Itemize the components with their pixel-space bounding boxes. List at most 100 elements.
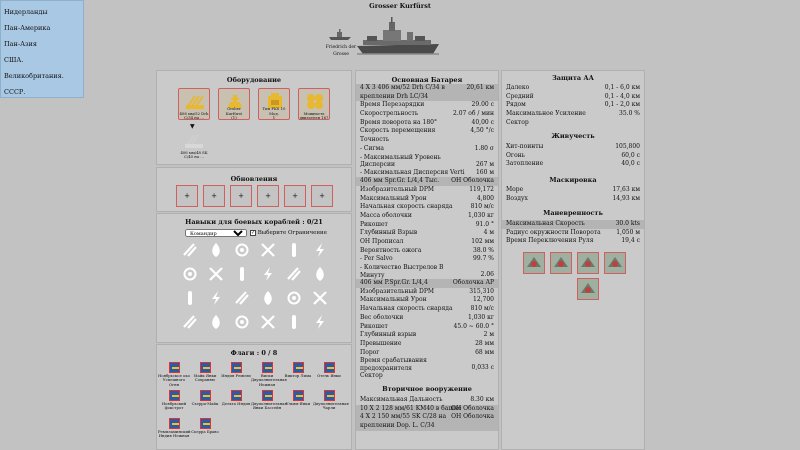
anchor-icon[interactable]	[313, 291, 327, 305]
equipment-slot-secondary[interactable]: 406 мм/48 SK C/40 на ...	[178, 131, 210, 163]
signal-flag[interactable]: Ноябрьский фокстрот	[158, 390, 190, 411]
signal-flag[interactable]: Виктор Лима	[282, 362, 314, 378]
tower-icon[interactable]	[292, 315, 296, 329]
stat-label: - Количество Выстрелов В Минуту	[360, 264, 444, 279]
flag-label: Виски Двуполнительная Нежная	[251, 373, 287, 387]
upgrade-slot-3[interactable]: +	[230, 185, 252, 207]
stat-value: 315,310	[469, 287, 494, 295]
flag-label: Отель Янки	[317, 373, 341, 378]
stat-row: Начальная скорость снаряда 810 м/с	[356, 305, 498, 314]
telescope-icon[interactable]	[287, 267, 301, 281]
signal-flag[interactable]: Майк Янки Сохраняю	[189, 362, 221, 383]
stat-label: 4 X 3 406 мм/52 Drh C/34 в	[360, 84, 445, 91]
nav-item-usa[interactable]: США.	[4, 54, 83, 70]
lightning-icon[interactable]	[316, 243, 324, 257]
signal-flag[interactable]: Индия Ремпли	[220, 362, 252, 378]
signal-flag[interactable]: Отель Янки	[313, 362, 345, 378]
stat-label: Вероятность ожога	[360, 246, 422, 254]
torpedo-icon[interactable]	[292, 243, 296, 257]
equipment-slot-main-battery[interactable]: 406 мм/52 Drh C/34 на ...	[178, 88, 210, 120]
signal-flag[interactable]: Двуполнительная Чарли	[313, 390, 349, 411]
guns-icon[interactable]	[183, 243, 197, 257]
fire-icon[interactable]	[183, 267, 197, 281]
stat-label: Огонь	[506, 151, 525, 159]
flag-icon	[292, 362, 304, 373]
stat-label: Максимальный Урон	[360, 194, 427, 202]
shell-icon[interactable]	[316, 267, 324, 281]
wrench-icon[interactable]	[261, 243, 275, 257]
stat-row: 406 мм Spr.Gr. L/4,4 Тыс. ОН Оболочка	[356, 177, 498, 186]
stat-label: - Максимальный Уровень Дисперсии	[360, 153, 441, 169]
nav-item-pan-asia[interactable]: Пан-Азия	[4, 38, 83, 54]
stat-row: Максимальный Урон 4,800	[356, 195, 498, 204]
stat-row: Время срабатывания предохранителя 0,033 с	[356, 357, 498, 372]
signal-flag[interactable]: Сьерра-Майк	[189, 390, 221, 406]
nav-item-ussr[interactable]: СССР.	[4, 86, 83, 102]
crossed-wrenches-icon[interactable]	[264, 267, 272, 281]
stat-row: Время поворота на 180° 40,00 с	[356, 119, 498, 128]
spotter-plane-icon[interactable]	[577, 252, 599, 274]
stat-row: Максимальный Урон 12,700	[356, 296, 498, 305]
previous-ship-icon[interactable]	[328, 26, 352, 42]
hammer-icon[interactable]	[316, 315, 324, 329]
eye-icon[interactable]	[212, 315, 220, 329]
fighter-icon[interactable]	[604, 252, 626, 274]
stat-row: Рядом 0,1 - 2,0 км	[502, 101, 644, 110]
equipment-slot-engine[interactable]: Мощность двигателя 167	[298, 88, 330, 120]
signal-flag[interactable]: Двуполнительная Янки Бассейн	[251, 390, 287, 411]
cross-icon[interactable]	[264, 291, 272, 305]
signal-flag[interactable]: Ульям-Янки	[282, 390, 314, 406]
nav-item-pan-america[interactable]: Пан-Америка	[4, 22, 83, 38]
flame-icon[interactable]	[212, 243, 220, 257]
signal-flag[interactable]: Ноябрьское око Успешного Огня	[158, 362, 190, 387]
stat-label: - Максимальная Дисперсия Verti	[360, 168, 465, 176]
damage-control-icon[interactable]	[523, 252, 545, 274]
signal-flag[interactable]: Сьерра Браво	[189, 418, 221, 434]
crossed-guns-icon[interactable]	[188, 291, 192, 305]
commander-select[interactable]: Командир	[185, 229, 247, 237]
stat-value: 40,00 с	[471, 118, 494, 126]
signal-flag[interactable]: Дельта Индия	[220, 390, 252, 406]
flag-label: Двуполнительная Янки Бассейн	[251, 401, 287, 411]
wrench-icon[interactable]	[287, 291, 301, 305]
upgrade-slot-1[interactable]: +	[176, 185, 198, 207]
flame-icon[interactable]	[235, 243, 249, 257]
flag-label: Ноябрьское око Успешного Огня	[158, 373, 190, 387]
target-icon[interactable]	[235, 291, 249, 305]
nav-item-netherlands[interactable]: Нидерланды	[4, 6, 83, 22]
stat-row: Радиус окружности Поворота 1,050 м	[502, 229, 644, 238]
stat-value: ОН Оболочка	[451, 413, 494, 421]
equipment-slot-hull[interactable]: Grober Kurfürst (1)	[218, 88, 250, 120]
fire-drop-icon[interactable]	[240, 267, 244, 281]
stat-value: 0,1 - 2,0 км	[604, 101, 640, 109]
explosion-icon[interactable]	[212, 291, 220, 305]
stat-row: Глубинный Взрыв 4 м	[356, 229, 498, 238]
stat-value: 35.0 %	[619, 110, 640, 118]
upgrade-slot-2[interactable]: +	[203, 185, 225, 207]
stat-value: 45.0 ~ 60.0 °	[453, 322, 494, 330]
upgrade-slot-5[interactable]: +	[284, 185, 306, 207]
repair-icon[interactable]	[261, 315, 275, 329]
stat-label: Воздух	[506, 194, 528, 202]
signal-flag[interactable]: Виски Двуполнительная Нежная	[251, 362, 287, 387]
nav-item-uk[interactable]: Великобритания.	[4, 70, 83, 86]
upgrade-slot-4[interactable]: +	[257, 185, 279, 207]
restriction-checkbox[interactable]: ✓	[250, 229, 256, 236]
nation-nav: Нидерланды Пан-Америка Пан-Азия США. Вел…	[0, 0, 84, 98]
equipment-slot-fire-control[interactable]: Тип FKS 10 Мод. 1	[258, 88, 290, 120]
stat-row: 10 X 2 128 мм/61 KM40 в башне ОН Оболочка	[356, 404, 498, 414]
propeller-icon[interactable]	[235, 315, 249, 329]
spanner-icon[interactable]	[183, 315, 197, 329]
survival-table: Хит-поинты 105,800 Огонь 60,0 с Затопление 40…	[502, 143, 644, 169]
upgrade-slot-6[interactable]: +	[311, 185, 333, 207]
catapult-plane-icon[interactable]	[577, 278, 599, 300]
stat-label: Радиус окружности Поворота	[506, 228, 601, 236]
aa-table: Далеко 0,1 - 6,0 км Средний 0,1 - 4,0 км Ряд…	[502, 84, 644, 127]
stat-label: Море	[506, 186, 524, 193]
signal-flag[interactable]: Ремпламинский Индия Нежная	[158, 418, 191, 439]
spotting-icon[interactable]	[209, 267, 223, 281]
repair-party-icon[interactable]	[550, 252, 572, 274]
concealment-title: Маскировка	[549, 176, 597, 184]
stat-value: 8.30 км	[470, 396, 494, 403]
stat-label: - Per Salvo	[360, 255, 393, 263]
